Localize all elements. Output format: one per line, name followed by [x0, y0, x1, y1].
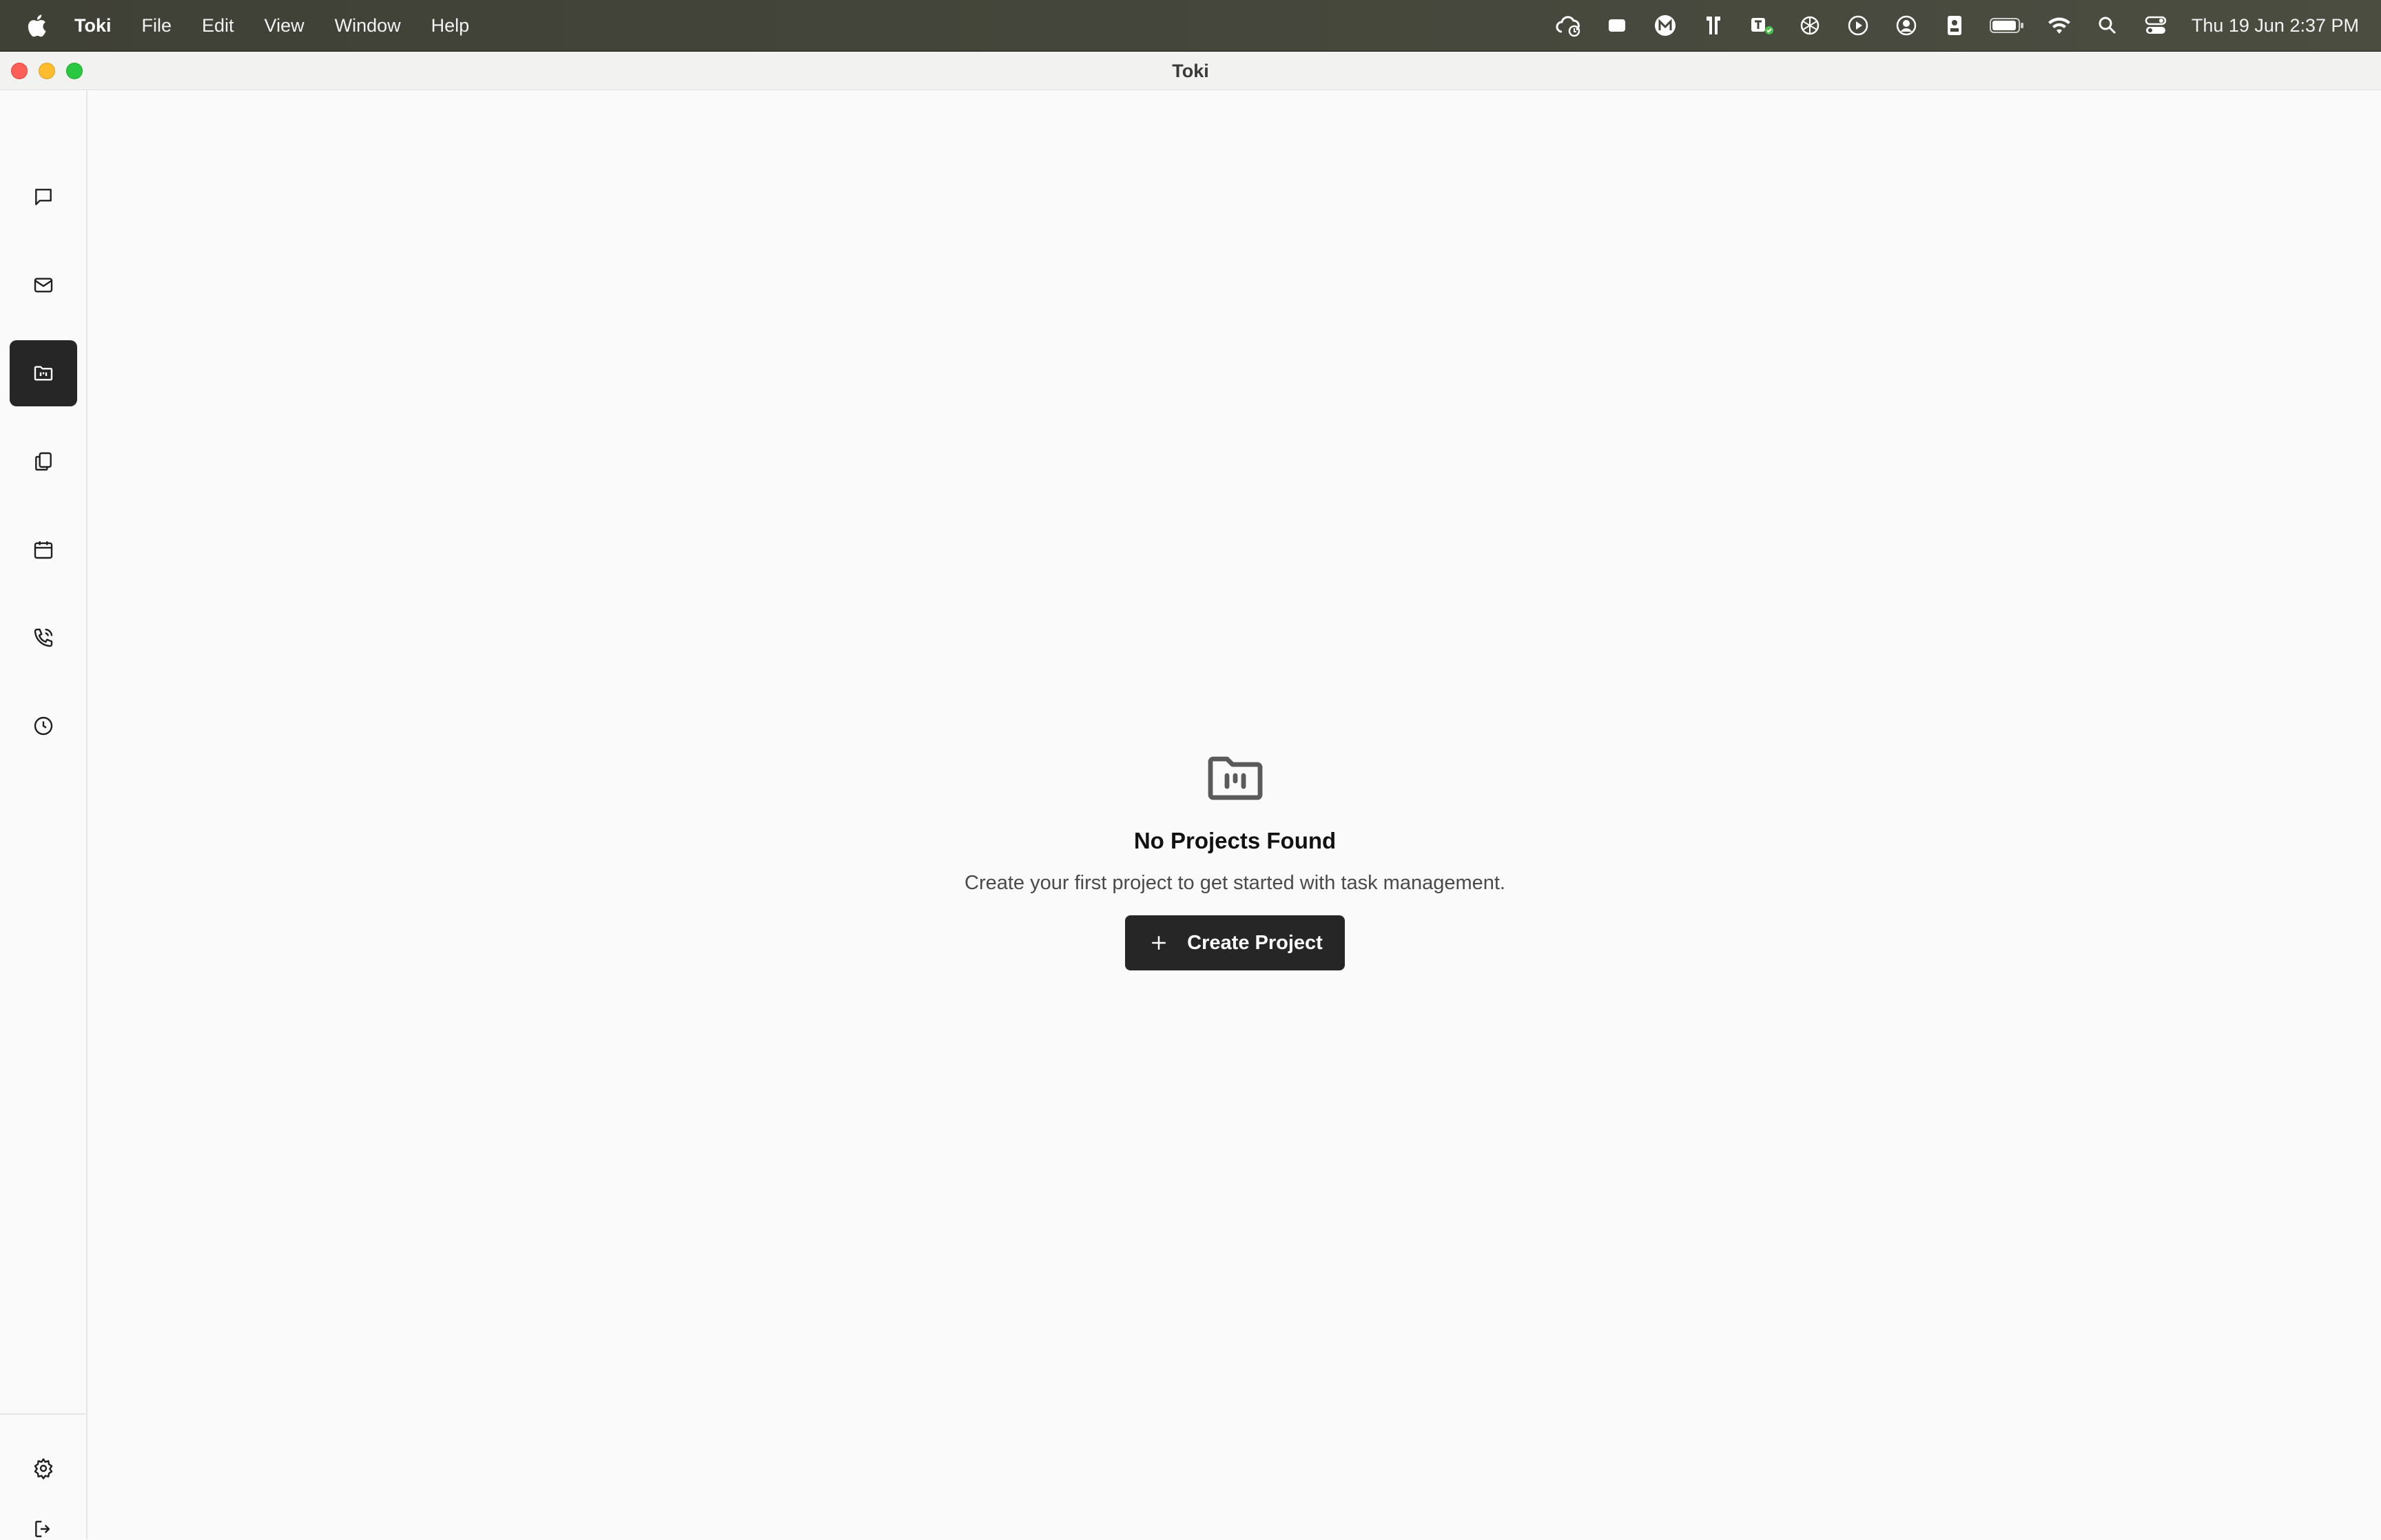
- sidebar-item-chat[interactable]: [10, 164, 77, 230]
- menu-help[interactable]: Help: [431, 15, 470, 37]
- create-project-label: Create Project: [1187, 931, 1323, 954]
- sidebar-item-calendar[interactable]: [10, 517, 77, 583]
- mail-icon: [34, 278, 53, 293]
- sidebar-item-history[interactable]: [10, 693, 77, 759]
- clock-icon: [34, 716, 53, 736]
- window-title: Toki: [1172, 61, 1209, 81]
- menubar-clock[interactable]: Thu 19 Jun 2:37 PM: [2192, 15, 2359, 37]
- chat-icon: [35, 189, 52, 205]
- empty-state-title: No Projects Found: [1133, 828, 1337, 853]
- sidebar-item-logout[interactable]: [10, 1468, 77, 1537]
- empty-state: No Projects Found Create your first proj…: [89, 745, 2381, 970]
- menu-app-name[interactable]: Toki: [74, 15, 112, 37]
- menu-edit[interactable]: Edit: [202, 15, 234, 37]
- documents-icon: [35, 452, 52, 471]
- folder-kanban-icon: [1208, 756, 1262, 800]
- m-app-icon[interactable]: [1650, 10, 1680, 41]
- window-titlebar: Toki: [0, 52, 2381, 90]
- id-badge-icon[interactable]: [1939, 10, 1970, 41]
- sidebar-nav: [0, 91, 87, 1539]
- wifi-icon[interactable]: [2044, 10, 2074, 41]
- sidebar-item-calls[interactable]: [10, 605, 77, 671]
- sidebar-item-mail[interactable]: [10, 252, 77, 318]
- app-window: Toki No Projects Found Create your first…: [0, 51, 2381, 1539]
- user-circle-icon[interactable]: [1891, 10, 1921, 41]
- main-content: No Projects Found Create your first proj…: [89, 91, 2381, 1539]
- chatgpt-icon[interactable]: [1795, 10, 1825, 41]
- sidebar-item-documents[interactable]: [10, 428, 77, 495]
- calendar-icon: [34, 541, 53, 559]
- phone-icon: [34, 628, 53, 647]
- screen-recorder-icon[interactable]: [1602, 10, 1632, 41]
- battery-icon: [1988, 10, 2026, 41]
- empty-state-description: Create your first project to get started…: [965, 872, 1505, 894]
- creative-cloud-icon[interactable]: [1554, 10, 1584, 41]
- projects-folder-icon: [34, 366, 53, 381]
- play-icon[interactable]: [1843, 10, 1873, 41]
- teams-icon[interactable]: [1746, 10, 1777, 41]
- sidebar-item-projects[interactable]: [10, 340, 77, 406]
- plus-icon: [1152, 936, 1166, 950]
- sidebar-divider: [0, 1413, 86, 1415]
- macos-menu-bar: Toki File Edit View Window Help Thu 19 J…: [0, 0, 2381, 51]
- control-center-icon[interactable]: [2141, 10, 2171, 41]
- menu-file[interactable]: File: [142, 15, 172, 37]
- spotlight-search-icon[interactable]: [2092, 10, 2123, 41]
- menu-window[interactable]: Window: [335, 15, 401, 37]
- apple-logo-icon[interactable]: [26, 13, 47, 38]
- keyboard-icon[interactable]: [1698, 10, 1729, 41]
- logout-icon: [35, 1521, 50, 1537]
- menu-view[interactable]: View: [265, 15, 305, 37]
- create-project-button[interactable]: Create Project: [1125, 915, 1345, 970]
